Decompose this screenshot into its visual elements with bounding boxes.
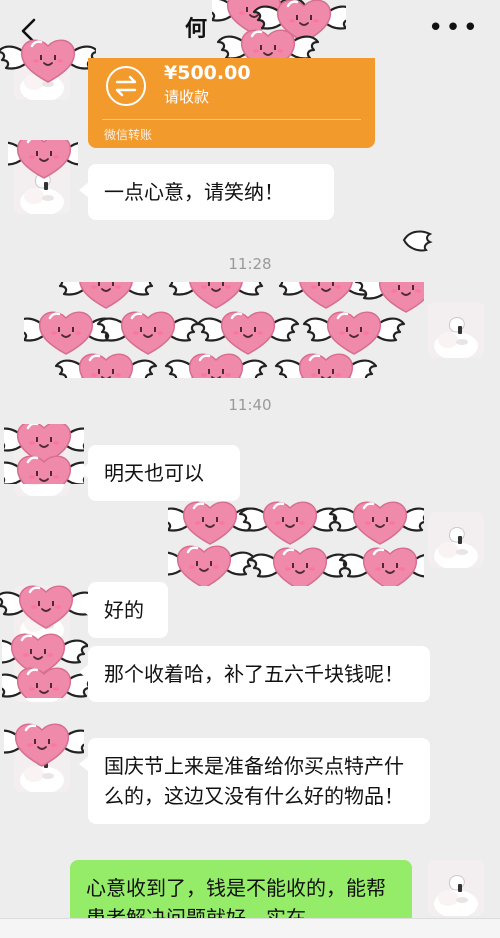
input-bar-edge (0, 918, 500, 938)
timestamp: 11:28 (228, 255, 272, 273)
transfer-icon (106, 66, 146, 106)
transfer-card[interactable]: ¥500.00 请收款 微信转账 (88, 58, 375, 148)
my-avatar[interactable] (428, 512, 484, 568)
heart-sticker-band (24, 282, 424, 378)
message-bubble[interactable]: 那个收着哈，补了五六千块钱呢！ (79, 646, 430, 702)
message-text: 明天也可以 (104, 461, 204, 485)
wing-sticker-fragment (402, 230, 433, 252)
heart-sticker-band (168, 500, 424, 586)
heart-sticker-avatar (4, 722, 84, 768)
heart-sticker-avatar (8, 140, 78, 180)
message-text: 国庆节上来是准备给你买点特产什么的，这边又没有什么好的物品！ (104, 754, 404, 808)
transfer-divider (102, 119, 361, 120)
transfer-amount: ¥500.00 (164, 62, 251, 84)
heart-sticker-avatar (2, 632, 88, 698)
message-bubble[interactable]: 一点心意，请笑纳！ (79, 164, 334, 220)
more-options-button[interactable]: ••• (428, 14, 480, 42)
heart-sticker-header (212, 0, 346, 62)
transfer-action: 请收款 (164, 88, 210, 106)
transfer-footer: 微信转账 (104, 128, 153, 142)
heart-sticker-avatar (4, 424, 84, 484)
my-avatar[interactable] (428, 860, 484, 916)
message-text: 一点心意，请笑纳！ (104, 180, 284, 204)
message-bubble[interactable]: 好的 (79, 582, 168, 638)
timestamp: 11:40 (228, 396, 272, 414)
chat-title: 何 (185, 17, 208, 42)
message-bubble[interactable]: 国庆节上来是准备给你买点特产什么的，这边又没有什么好的物品！ (79, 738, 430, 824)
message-text: 那个收着哈，补了五六千块钱呢！ (104, 662, 404, 686)
my-avatar[interactable] (428, 302, 484, 358)
message-text: 好的 (104, 598, 144, 622)
heart-sticker-avatar (0, 38, 96, 84)
